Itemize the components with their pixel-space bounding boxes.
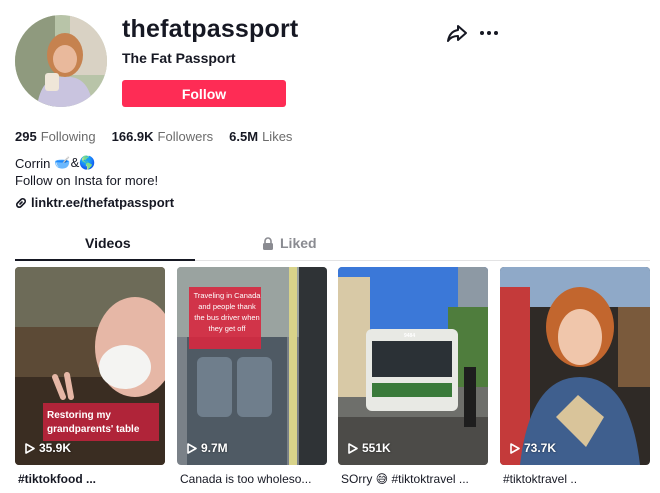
video-views-count-3: 551K	[362, 441, 391, 455]
video-overlay-text-1: Restoring my grandparents' table	[47, 410, 140, 435]
video-overlay-text-3: 9484	[404, 333, 416, 339]
bio-name: Corrin	[15, 155, 51, 171]
profile-nickname: The Fat Passport	[122, 50, 236, 66]
tab-liked[interactable]: Liked	[262, 235, 317, 251]
video-views-count-1: 35.9K	[39, 441, 72, 455]
tab-liked-label: Liked	[280, 235, 317, 251]
bio-line-2: Follow on Insta for more!	[15, 173, 159, 188]
video-thumbnail-3[interactable]: 9484 551K	[338, 267, 488, 465]
video-thumbnail-2[interactable]: Traveling in Canada and people thank the…	[177, 267, 327, 465]
bio-link[interactable]: linktr.ee/thefatpassport	[15, 195, 174, 210]
lock-icon	[263, 236, 273, 250]
play-icon	[510, 442, 520, 454]
video-caption-2[interactable]: Canada is too wholeso...	[180, 472, 330, 486]
likes-stat: 6.5M Likes	[229, 129, 292, 144]
followers-label: Followers	[157, 129, 214, 144]
followers-count: 166.9K	[111, 129, 154, 144]
profile-tabs: Videos Liked	[15, 233, 650, 261]
bio-line-1: Corrin 🥣&🌎	[15, 155, 95, 171]
followers-stat[interactable]: 166.9K Followers	[112, 129, 214, 144]
video-views-3: 551K	[348, 441, 391, 455]
video-thumbnail-4[interactable]: 73.7K	[500, 267, 650, 465]
follow-button[interactable]: Follow	[122, 80, 286, 107]
likes-label: Likes	[262, 129, 293, 144]
video-thumbnail-1[interactable]: Restoring my grandparents' table 35.9K	[15, 267, 165, 465]
following-label: Following	[40, 129, 96, 144]
link-icon	[16, 197, 26, 208]
video-views-4: 73.7K	[510, 441, 556, 455]
play-icon	[187, 442, 197, 454]
more-options-icon[interactable]	[478, 22, 500, 44]
profile-username: thefatpassport	[122, 15, 299, 43]
video-caption-1[interactable]: #tiktokfood ...	[18, 472, 168, 486]
active-tab-indicator	[15, 259, 195, 261]
share-icon[interactable]	[446, 22, 468, 44]
profile-stats: 295 Following 166.9K Followers 6.5M Likes	[15, 129, 292, 144]
video-caption-4[interactable]: #tiktoktravel ..	[503, 472, 653, 486]
video-overlay-text-2: Traveling in Canada and people thank the…	[193, 291, 261, 333]
video-views-1: 35.9K	[25, 441, 71, 455]
tab-videos[interactable]: Videos	[85, 235, 131, 251]
video-views-count-4: 73.7K	[524, 441, 557, 455]
video-caption-3[interactable]: SOrry 😅 #tiktoktravel ...	[341, 472, 491, 486]
avatar[interactable]	[15, 15, 107, 107]
following-count: 295	[15, 129, 37, 144]
bio-link-text: linktr.ee/thefatpassport	[31, 195, 175, 210]
video-views-count-2: 9.7M	[201, 441, 228, 455]
play-icon	[348, 442, 358, 454]
bio-emoji: 🥣&🌎	[54, 155, 96, 170]
following-stat[interactable]: 295 Following	[15, 129, 96, 144]
likes-count: 6.5M	[229, 129, 259, 144]
video-views-2: 9.7M	[187, 441, 228, 455]
play-icon	[25, 442, 35, 454]
